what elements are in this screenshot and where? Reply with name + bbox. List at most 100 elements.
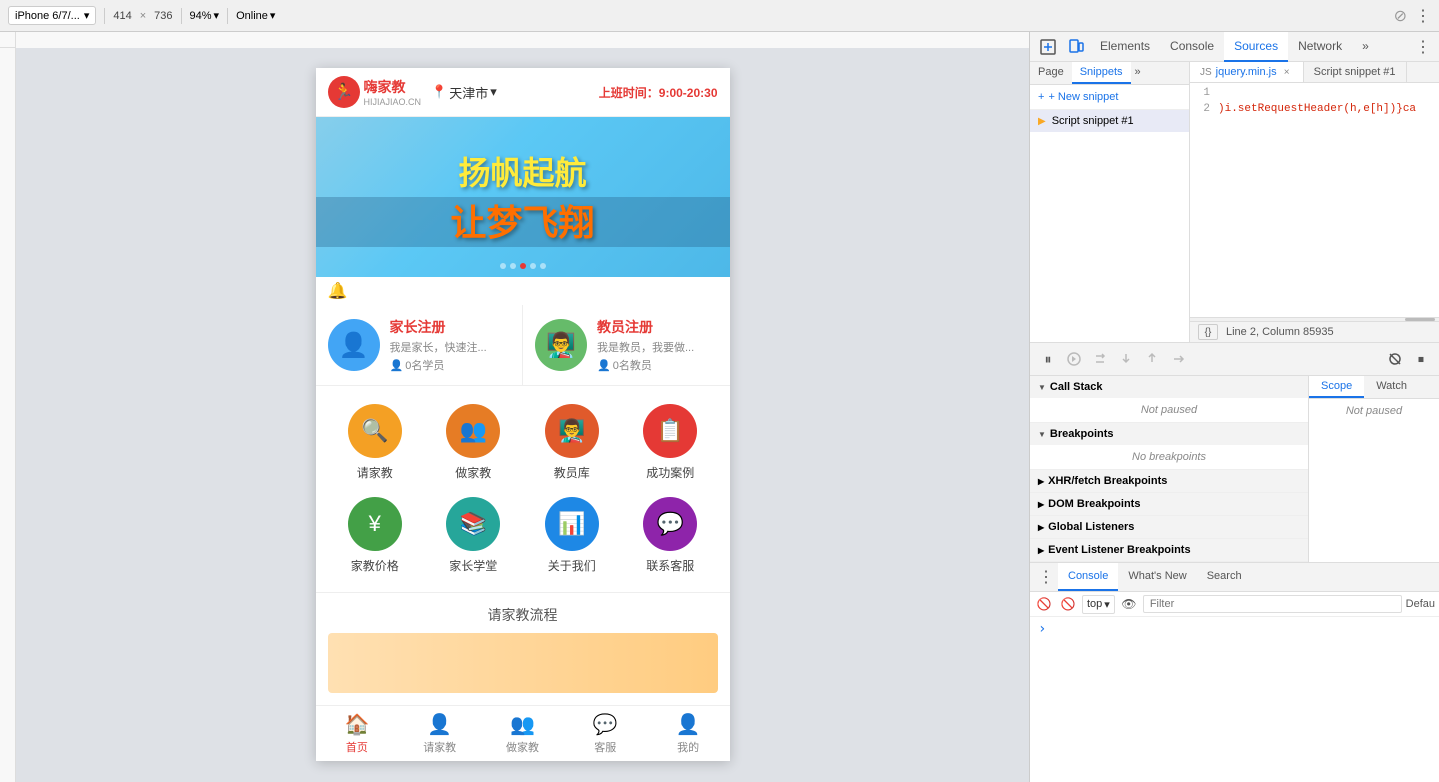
location-button[interactable]: 📍 天津市 ▾ — [431, 83, 497, 102]
icon-item-parent-hall[interactable]: 📚 家长学堂 — [426, 491, 521, 580]
icon-item-customer-service[interactable]: 💬 联系客服 — [623, 491, 718, 580]
snippet-item-1[interactable]: ▶ Script snippet #1 — [1030, 110, 1189, 132]
be-tutor-icon: 👥 — [446, 404, 500, 458]
call-stack-title: Call Stack — [1050, 381, 1103, 393]
default-levels-label: Defau — [1406, 598, 1435, 610]
tab-more-label: » — [1362, 39, 1369, 53]
console-tab-console[interactable]: Console — [1058, 563, 1118, 591]
icons-grid: 🔍 请家教 👥 做家教 👨‍🏫 教员库 — [316, 386, 730, 592]
breakpoints-header[interactable]: ▼ Breakpoints — [1030, 423, 1308, 445]
top-context-selector[interactable]: top ▾ — [1082, 595, 1115, 614]
icon-item-about[interactable]: 📊 关于我们 — [525, 491, 620, 580]
icon-item-tutor-request[interactable]: 🔍 请家教 — [328, 398, 423, 487]
registration-section: 👤 家长注册 我是家长，快速注... 👤 0名学员 — [316, 305, 730, 386]
online-value: Online — [236, 10, 268, 22]
device-toggle-button[interactable] — [1062, 33, 1090, 61]
parent-avatar: 👤 — [328, 319, 380, 371]
format-button[interactable]: {} — [1198, 324, 1218, 340]
home-label: 首页 — [346, 739, 368, 755]
code-editor-area: JS jquery.min.js × Script snippet #1 — [1190, 62, 1439, 342]
scope-tab[interactable]: Scope — [1309, 376, 1364, 398]
file-tab-snippet[interactable]: Script snippet #1 — [1304, 62, 1407, 82]
tab-more[interactable]: » — [1352, 32, 1379, 62]
console-tab-search[interactable]: Search — [1197, 563, 1252, 591]
nav-item-home[interactable]: 🏠 首页 — [316, 706, 399, 761]
global-header[interactable]: ▶ Global Listeners — [1030, 516, 1308, 538]
eye-icon[interactable]: 👁 — [1119, 594, 1139, 614]
zoom-selector[interactable]: 94% ▾ — [190, 9, 220, 22]
sidebar-tab-more[interactable]: » — [1131, 62, 1145, 84]
nav-item-be-tutor-nav[interactable]: 👥 做家教 — [481, 706, 564, 761]
be-tutor-nav-icon: 👥 — [510, 712, 535, 737]
watch-tab[interactable]: Watch — [1364, 376, 1419, 398]
sidebar-tab-page[interactable]: Page — [1030, 62, 1072, 84]
price-label: 家教价格 — [351, 557, 399, 574]
resume-button[interactable] — [1062, 347, 1086, 371]
console-body: › — [1030, 617, 1439, 782]
device-selector[interactable]: iPhone 6/7/... ▾ — [8, 6, 96, 25]
file-tab-jquery[interactable]: JS jquery.min.js × — [1190, 62, 1304, 82]
tab-elements[interactable]: Elements — [1090, 32, 1160, 62]
about-icon: 📊 — [545, 497, 599, 551]
icon-item-price[interactable]: ¥ 家教价格 — [328, 491, 423, 580]
step-out-button[interactable] — [1140, 347, 1164, 371]
nav-item-customer-service-nav[interactable]: 💬 客服 — [564, 706, 647, 761]
console-area: ⋮ Console What's New Search 🚫 🚫 — [1030, 562, 1439, 782]
separator-3 — [227, 8, 228, 24]
online-dropdown-icon: ▾ — [270, 9, 276, 22]
nav-item-request-tutor[interactable]: 👤 请家教 — [398, 706, 481, 761]
step-over-button[interactable] — [1088, 347, 1112, 371]
console-tab-whats-new[interactable]: What's New — [1118, 563, 1196, 591]
dom-header[interactable]: ▶ DOM Breakpoints — [1030, 493, 1308, 515]
pause-on-exception-button[interactable]: ⏹ — [1409, 347, 1433, 371]
global-label: Global Listeners — [1048, 521, 1134, 533]
tab-network[interactable]: Network — [1288, 32, 1352, 62]
console-clear-button[interactable]: 🚫 — [1034, 594, 1054, 614]
icon-item-success-cases[interactable]: 📋 成功案例 — [623, 398, 718, 487]
online-selector[interactable]: Online ▾ — [236, 9, 275, 22]
about-label: 关于我们 — [548, 557, 596, 574]
separator-2 — [181, 8, 182, 24]
step-button[interactable] — [1166, 347, 1190, 371]
banner-dots — [500, 263, 546, 269]
xhr-header[interactable]: ▶ XHR/fetch Breakpoints — [1030, 470, 1308, 492]
phone-logo: 🏃 嗨家教 HIJIAJIAO.CN — [328, 76, 422, 108]
console-filter-icon[interactable]: 🚫 — [1058, 594, 1078, 614]
parent-register-card[interactable]: 👤 家长注册 我是家长，快速注... 👤 0名学员 — [316, 305, 524, 385]
deactivate-breakpoints-button[interactable] — [1383, 347, 1407, 371]
jquery-file-close[interactable]: × — [1281, 66, 1293, 78]
left-panel: 🏃 嗨家教 HIJIAJIAO.CN 📍 天津市 ▾ — [0, 32, 1029, 782]
sidebar-tab-snippets[interactable]: Snippets — [1072, 62, 1131, 84]
line-num-1: 1 — [1190, 87, 1218, 103]
nav-item-my[interactable]: 👤 我的 — [647, 706, 730, 761]
tab-console[interactable]: Console — [1160, 32, 1224, 62]
logo-figure: 🏃 — [334, 82, 354, 102]
console-prompt[interactable]: › — [1038, 621, 1431, 637]
console-dots[interactable]: ⋮ — [1034, 563, 1058, 591]
global-listeners-section: ▶ Global Listeners — [1030, 516, 1308, 539]
line-num-2: 2 — [1190, 103, 1218, 119]
no-throttle-icon: ⊘ — [1394, 6, 1407, 26]
inspect-element-button[interactable] — [1034, 33, 1062, 61]
tab-sources[interactable]: Sources — [1224, 32, 1288, 62]
teacher-register-card[interactable]: 👨‍🏫 教员注册 我是教员，我要做... 👤 0名教员 — [523, 305, 730, 385]
add-snippet-button[interactable]: + + New snippet — [1030, 85, 1189, 110]
toolbar-more-button[interactable]: ⋮ — [1415, 6, 1431, 26]
work-time: 上班时间：9:00-20:30 — [599, 84, 718, 101]
chevron-right-icon: › — [1038, 621, 1046, 637]
call-stack-header[interactable]: ▼ Call Stack — [1030, 376, 1308, 398]
customer-service-label: 联系客服 — [646, 557, 694, 574]
event-header[interactable]: ▶ Event Listener Breakpoints — [1030, 539, 1308, 561]
tutor-request-label: 请家教 — [357, 464, 393, 481]
icon-item-be-tutor[interactable]: 👥 做家教 — [426, 398, 521, 487]
pause-button[interactable]: ⏸ — [1036, 347, 1060, 371]
separator-1 — [104, 8, 105, 24]
logo-text: 嗨家教 HIJIAJIAO.CN — [364, 77, 422, 107]
process-section: 请家教流程 — [316, 592, 730, 705]
devtools-more-button[interactable]: ⋮ — [1411, 37, 1435, 57]
code-line-2: 2 )i.setRequestHeader(h,e[h])}ca — [1190, 103, 1439, 119]
console-filter-input[interactable] — [1143, 595, 1402, 613]
step-into-button[interactable] — [1114, 347, 1138, 371]
phone-viewport: 🏃 嗨家教 HIJIAJIAO.CN 📍 天津市 ▾ — [16, 48, 1029, 782]
icon-item-teacher-db[interactable]: 👨‍🏫 教员库 — [525, 398, 620, 487]
